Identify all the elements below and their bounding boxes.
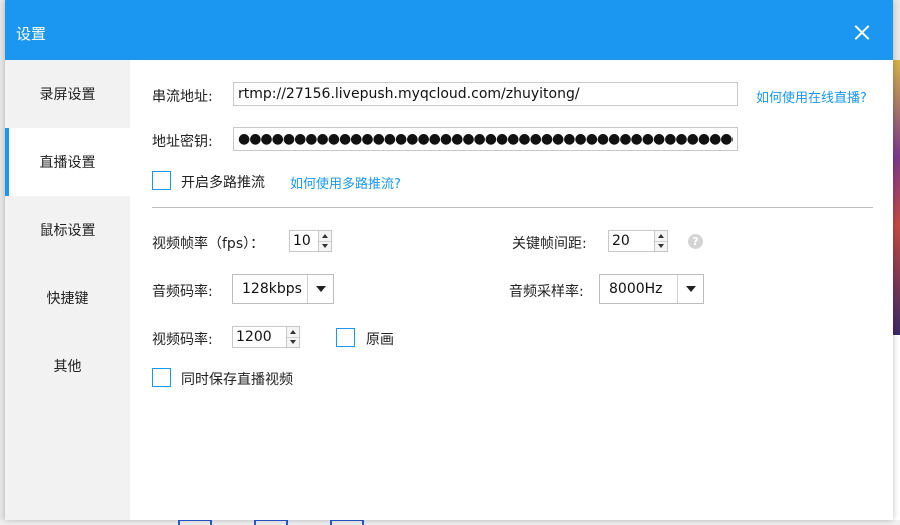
- close-button[interactable]: [847, 17, 877, 47]
- video-bitrate-increment-button[interactable]: [287, 327, 299, 337]
- arrow-up-icon: [322, 233, 328, 238]
- sidebar-item-label: 鼠标设置: [39, 223, 96, 239]
- stream-key-label: 地址密钥:: [152, 134, 213, 150]
- stream-url-input[interactable]: [233, 82, 738, 106]
- keyframe-label: 关键帧间距:: [512, 236, 587, 252]
- fps-value: 10: [293, 233, 311, 249]
- sidebar-item-label: 其他: [53, 359, 82, 375]
- fps-decrement-button[interactable]: [319, 240, 331, 251]
- multi-push-label: 开启多路推流: [181, 175, 265, 191]
- sidebar-item-live[interactable]: 直播设置: [5, 128, 130, 196]
- video-bitrate-stepper[interactable]: 1200: [232, 326, 300, 348]
- chevron-down-icon: [685, 286, 696, 292]
- arrow-down-icon: [290, 340, 296, 345]
- sidebar-item-recording[interactable]: 录屏设置: [5, 60, 130, 128]
- video-bitrate-label: 视频码率:: [152, 332, 213, 348]
- arrow-up-icon: [290, 329, 296, 334]
- fps-stepper-buttons: [318, 231, 331, 251]
- multi-push-checkbox[interactable]: [152, 171, 171, 190]
- arrow-down-icon: [658, 244, 664, 249]
- fps-increment-button[interactable]: [319, 231, 331, 241]
- dropdown-arrow: [677, 275, 703, 303]
- sidebar-item-mouse[interactable]: 鼠标设置: [5, 196, 130, 264]
- help-icon[interactable]: ?: [688, 234, 703, 249]
- multi-push-help-link[interactable]: 如何使用多路推流?: [290, 173, 401, 192]
- background-image-strip: [893, 60, 900, 335]
- window-title: 设置: [16, 25, 47, 43]
- original-quality-label: 原画: [366, 332, 394, 348]
- title-bar: 设置: [5, 0, 893, 60]
- save-live-video-label: 同时保存直播视频: [181, 372, 293, 388]
- arrow-down-icon: [322, 244, 328, 249]
- arrow-up-icon: [658, 233, 664, 238]
- live-help-link[interactable]: 如何使用在线直播?: [756, 87, 867, 106]
- audio-bitrate-select[interactable]: 128kbps: [232, 274, 334, 304]
- keyframe-decrement-button[interactable]: [655, 240, 667, 251]
- sidebar-item-label: 快捷键: [46, 291, 89, 307]
- audio-bitrate-value: 128kbps: [242, 281, 302, 297]
- live-settings-panel: 串流地址: 如何使用在线直播? 地址密钥: 开启多路推流 如何使用多路推流? 视…: [130, 60, 893, 520]
- stream-url-label: 串流地址:: [152, 89, 213, 105]
- stream-key-input[interactable]: [233, 127, 738, 151]
- chevron-down-icon: [315, 286, 326, 292]
- keyframe-increment-button[interactable]: [655, 231, 667, 241]
- settings-dialog: 设置 录屏设置 直播设置 鼠标设置 快捷键 其他 串流地址: 如何使用在线直播?…: [5, 0, 893, 520]
- keyframe-value: 20: [612, 233, 630, 249]
- video-bitrate-decrement-button[interactable]: [287, 336, 299, 347]
- sidebar-item-other[interactable]: 其他: [5, 332, 130, 400]
- sidebar-item-label: 录屏设置: [39, 87, 96, 103]
- audio-samplerate-label: 音频采样率:: [509, 284, 584, 300]
- save-live-video-checkbox[interactable]: [152, 368, 171, 387]
- video-bitrate-stepper-buttons: [286, 327, 299, 347]
- fps-stepper[interactable]: 10: [289, 230, 332, 252]
- video-bitrate-value: 1200: [236, 329, 272, 345]
- background-panel: [893, 335, 900, 525]
- section-divider: [152, 207, 873, 208]
- sidebar-item-label: 直播设置: [39, 155, 96, 171]
- keyframe-stepper[interactable]: 20: [608, 230, 668, 252]
- sidebar-item-hotkeys[interactable]: 快捷键: [5, 264, 130, 332]
- audio-samplerate-select[interactable]: 8000Hz: [599, 274, 704, 304]
- settings-sidebar: 录屏设置 直播设置 鼠标设置 快捷键 其他: [5, 60, 130, 520]
- fps-label: 视频帧率（fps）：: [152, 236, 265, 252]
- original-quality-checkbox[interactable]: [336, 328, 355, 347]
- background-bottom-bar: [0, 520, 900, 525]
- audio-bitrate-label: 音频码率:: [152, 284, 213, 300]
- dropdown-arrow: [307, 275, 333, 303]
- keyframe-stepper-buttons: [654, 231, 667, 251]
- audio-samplerate-value: 8000Hz: [609, 281, 663, 297]
